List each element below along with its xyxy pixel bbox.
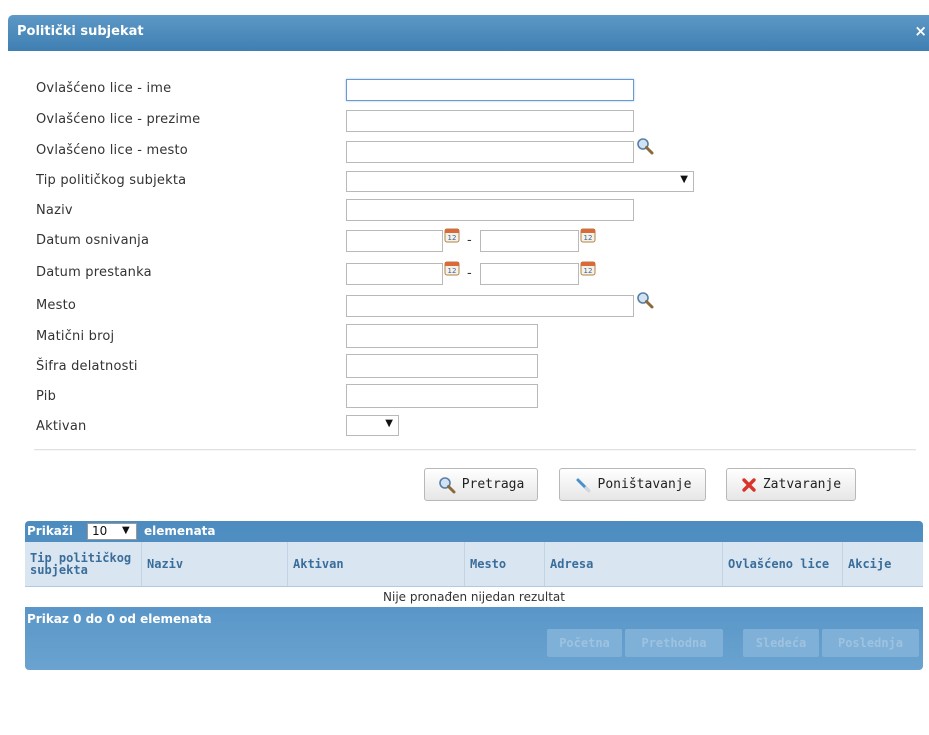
svg-text:12: 12	[448, 234, 457, 242]
naziv-input[interactable]	[346, 199, 634, 221]
label-datum-prestanka: Datum prestanka	[36, 265, 152, 280]
search-lookup-icon[interactable]	[636, 291, 654, 309]
eraser-icon	[576, 478, 591, 492]
pager-next-button[interactable]: Sledeća	[743, 629, 819, 657]
empty-row: Nije pronađen nijedan rezultat	[25, 587, 923, 607]
pib-input[interactable]	[346, 384, 538, 408]
range-separator: -	[467, 233, 472, 248]
label-ovlasceno-ime: Ovlašćeno lice - ime	[36, 81, 172, 96]
page-size-value: 10	[92, 524, 108, 538]
column-header-tip[interactable]: Tip političkog subjekta	[25, 542, 142, 586]
elements-label: elemenata	[144, 524, 216, 538]
dialog-titlebar: Politički subjekat ×	[8, 15, 929, 51]
label-ovlasceno-mesto: Ovlašćeno lice - mesto	[36, 143, 188, 158]
ovlasceno-ime-input[interactable]	[346, 79, 634, 101]
datum-osnivanja-from-input[interactable]	[346, 230, 443, 252]
page-size-select[interactable]: 10 ▼	[87, 523, 137, 540]
label-naziv: Naziv	[36, 203, 73, 218]
label-maticni-broj: Matični broj	[36, 329, 115, 344]
label-aktivan: Aktivan	[36, 419, 87, 434]
column-header-ovlasceno-lice[interactable]: Ovlašćeno lice	[723, 542, 843, 586]
chevron-down-icon: ▼	[680, 174, 688, 185]
datum-prestanka-from-input[interactable]	[346, 263, 443, 285]
range-separator: -	[467, 266, 472, 281]
label-ovlasceno-prezime: Ovlašćeno lice - prezime	[36, 112, 201, 127]
label-pib: Pib	[36, 389, 57, 404]
close-icon[interactable]: ×	[914, 22, 927, 40]
ovlasceno-prezime-input[interactable]	[346, 110, 634, 132]
pager-last-button[interactable]: Poslednja	[822, 629, 919, 657]
search-button[interactable]: Pretraga	[424, 468, 538, 501]
show-label: Prikaži	[27, 524, 74, 538]
close-red-icon	[742, 477, 756, 492]
label-sifra-delatnosti: Šifra delatnosti	[36, 359, 138, 374]
form-divider	[34, 449, 916, 451]
grid-header: Tip političkog subjekta Naziv Aktivan Me…	[25, 542, 923, 587]
datum-osnivanja-to-input[interactable]	[480, 230, 579, 252]
search-lookup-icon[interactable]	[636, 137, 654, 155]
chevron-down-icon: ▼	[122, 525, 130, 536]
label-mesto: Mesto	[36, 298, 77, 313]
mesto-input[interactable]	[346, 295, 634, 317]
grid-info: Prikaz 0 do 0 od elemenata	[27, 612, 212, 626]
column-header-mesto[interactable]: Mesto	[465, 542, 545, 586]
svg-text:12: 12	[584, 234, 593, 242]
column-header-aktivan[interactable]: Aktivan	[288, 542, 465, 586]
close-button[interactable]: Zatvaranje	[726, 468, 856, 501]
aktivan-select[interactable]: ▼	[346, 415, 399, 436]
maticni-broj-input[interactable]	[346, 324, 538, 348]
label-tip: Tip političkog subjekta	[36, 173, 187, 188]
calendar-icon[interactable]: 12	[444, 227, 460, 243]
column-header-adresa[interactable]: Adresa	[545, 542, 723, 586]
column-header-akcije: Akcije	[848, 557, 892, 571]
pager-first-button[interactable]: Početna	[547, 629, 622, 657]
chevron-down-icon: ▼	[385, 418, 393, 429]
label-datum-osnivanja: Datum osnivanja	[36, 233, 150, 248]
svg-text:12: 12	[448, 267, 457, 275]
search-button-label: Pretraga	[461, 477, 525, 492]
calendar-icon[interactable]: 12	[444, 260, 460, 276]
column-header-naziv[interactable]: Naziv	[142, 542, 288, 586]
datum-prestanka-to-input[interactable]	[480, 263, 579, 285]
reset-button-label: Poništavanje	[597, 477, 692, 492]
dialog-title: Politički subjekat	[17, 24, 144, 39]
pager-prev-button[interactable]: Prethodna	[625, 629, 723, 657]
svg-text:12: 12	[584, 267, 593, 275]
grid-toolbar: Prikaži 10 ▼ elemenata	[25, 521, 923, 542]
reset-button[interactable]: Poništavanje	[559, 468, 706, 501]
sifra-delatnosti-input[interactable]	[346, 354, 538, 378]
close-button-label: Zatvaranje	[762, 477, 842, 492]
search-icon	[438, 476, 456, 493]
calendar-icon[interactable]: 12	[580, 260, 596, 276]
results-grid: Prikaži 10 ▼ elemenata Tip političkog su…	[25, 521, 923, 670]
calendar-icon[interactable]: 12	[580, 227, 596, 243]
ovlasceno-mesto-input[interactable]	[346, 141, 634, 163]
tip-select[interactable]: ▼	[346, 171, 694, 192]
